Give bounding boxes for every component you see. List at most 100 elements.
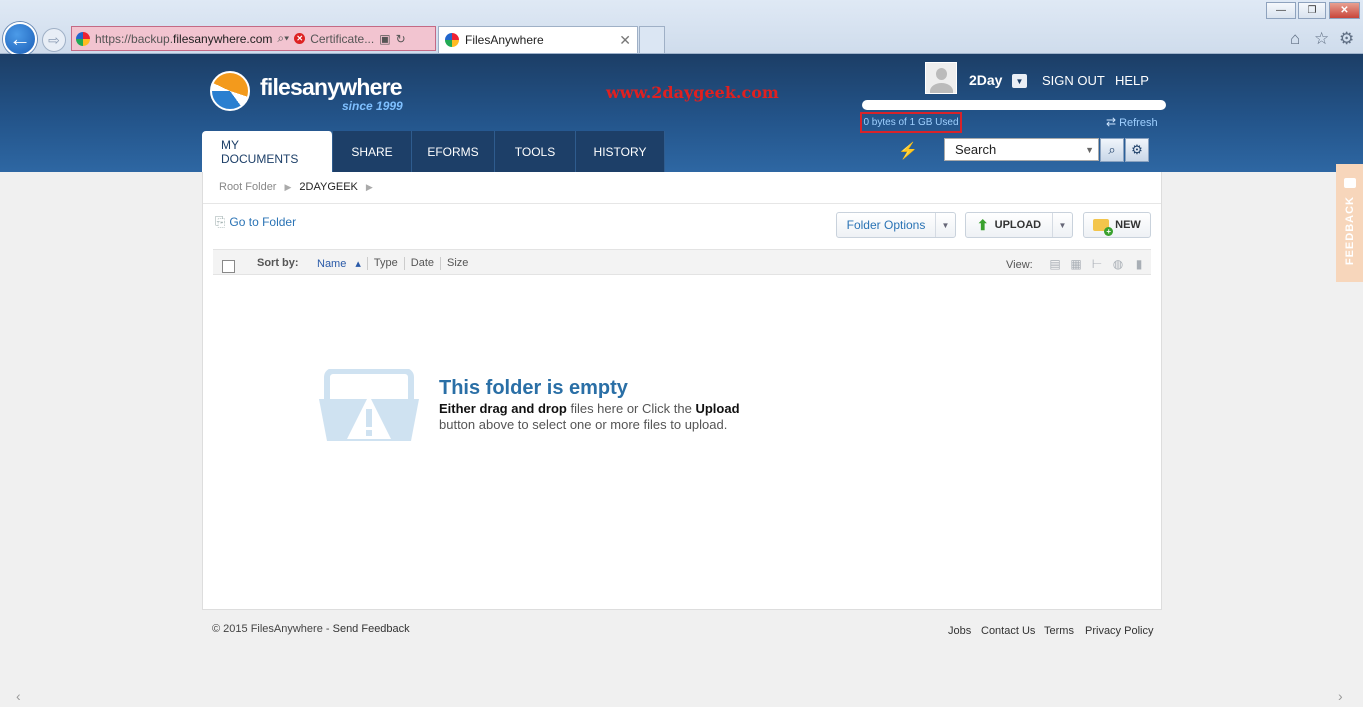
back-arrow-icon: ← (9, 26, 31, 51)
storage-quota-bar (862, 100, 1166, 110)
tab-title: FilesAnywhere (465, 33, 544, 47)
refresh-link[interactable]: ⇄ Refresh (1106, 115, 1158, 129)
new-button[interactable]: NEW (1083, 212, 1151, 238)
toolbar-divider (203, 203, 1161, 204)
sign-out-link[interactable]: SIGN OUT (1042, 73, 1105, 88)
reload-icon[interactable]: ↻ (396, 32, 406, 46)
feedback-label: FEEDBACK (1343, 196, 1356, 266)
browser-tab[interactable]: FilesAnywhere ✕ (438, 26, 638, 53)
search-settings-button[interactable]: ⚙ (1125, 138, 1149, 162)
list-view-icon[interactable]: ▤ (1048, 257, 1062, 271)
breadcrumb-chevron-right-icon[interactable]: ▶ (366, 182, 373, 193)
search-icon: ⌕ (1108, 142, 1116, 157)
sort-size[interactable]: Size (441, 257, 474, 270)
avatar[interactable] (925, 62, 957, 94)
main-nav: MY DOCUMENTS SHARE EFORMS TOOLS HISTORY (202, 131, 665, 172)
upload-chevron-down-icon[interactable]: ▼ (1052, 213, 1072, 237)
thumbnail-view-icon[interactable]: ▦ (1069, 257, 1083, 271)
breadcrumb: Root Folder ▶ 2DAYGEEK ▶ (219, 181, 373, 193)
search-button[interactable]: ⌕ (1100, 138, 1124, 162)
sort-date[interactable]: Date (405, 257, 442, 270)
compat-view-icon[interactable]: ▣ (379, 32, 390, 46)
new-label: NEW (1115, 219, 1141, 231)
feedback-tab[interactable]: FEEDBACK (1336, 164, 1363, 282)
quick-action-bolt-icon[interactable]: ⚡ (898, 141, 918, 161)
site-favicon-icon (76, 31, 90, 46)
empty-folder-instructions-2: button above to select one or more files… (439, 417, 728, 432)
tab-close-icon[interactable]: ✕ (619, 32, 631, 49)
forward-button[interactable]: ⇨ (42, 28, 66, 52)
chart-view-icon[interactable]: ▮ (1132, 257, 1146, 271)
tree-view-icon[interactable]: ⊢ (1090, 257, 1104, 271)
filesanywhere-logo-icon[interactable] (210, 71, 250, 111)
tab-history[interactable]: HISTORY (576, 131, 665, 172)
breadcrumb-chevron-right-icon: ▶ (284, 181, 292, 192)
globe-view-icon[interactable]: ◍ (1111, 257, 1125, 271)
footer-link-privacy[interactable]: Privacy Policy (1085, 625, 1153, 637)
back-button[interactable]: ← (3, 22, 37, 56)
speech-bubble-icon (1343, 178, 1356, 188)
folder-tree-icon: ⎘ (215, 214, 226, 229)
refresh-icon: ⇄ (1106, 115, 1117, 129)
storage-quota-text: 0 bytes of 1 GB Used (860, 112, 962, 133)
footer-link-contact[interactable]: Contact Us (981, 625, 1035, 637)
user-menu-chevron-down-icon[interactable]: ▼ (1012, 74, 1027, 88)
username[interactable]: 2Day (969, 72, 1002, 88)
horizontal-scrollbar[interactable]: ‹ › (0, 688, 1363, 707)
forward-arrow-icon: ⇨ (48, 31, 60, 48)
folder-options-button[interactable]: Folder Options ▼ (836, 212, 956, 238)
documents-panel: Root Folder ▶ 2DAYGEEK ▶ ⎘ Go to Folder … (202, 172, 1162, 610)
select-all-checkbox[interactable] (222, 260, 235, 273)
tab-favicon-icon (445, 33, 459, 47)
breadcrumb-root[interactable]: Root Folder (219, 181, 276, 193)
certificate-error-icon[interactable]: ✕ (294, 33, 306, 44)
footer-copyright: © 2015 FilesAnywhere - Send Feedback (212, 623, 410, 635)
folder-options-chevron-down-icon[interactable]: ▼ (935, 213, 955, 237)
logo-text[interactable]: filesanywhere (260, 74, 403, 101)
send-feedback-link[interactable]: Send Feedback (333, 623, 410, 635)
close-window-button[interactable]: ✕ (1329, 2, 1360, 19)
search-placeholder: Search (955, 142, 997, 157)
close-icon: ✕ (1340, 5, 1349, 16)
home-icon[interactable]: ⌂ (1290, 29, 1300, 49)
breadcrumb-current[interactable]: 2DAYGEEK (299, 181, 358, 193)
search-input[interactable]: Search ▼ (944, 138, 1099, 161)
go-to-folder-label: Go to Folder (229, 215, 297, 229)
upload-label: UPLOAD (994, 219, 1042, 231)
search-chevron-down-icon[interactable]: ▼ (1085, 145, 1094, 155)
tools-gear-icon[interactable]: ⚙ (1339, 29, 1354, 49)
footer-link-terms[interactable]: Terms (1044, 625, 1074, 637)
url-host: filesanywhere.com (173, 31, 273, 46)
scroll-left-icon[interactable]: ‹ (16, 688, 21, 704)
empty-folder-instructions: Either drag and drop files here or Click… (439, 401, 740, 416)
gear-icon: ⚙ (1131, 142, 1143, 157)
scroll-right-icon[interactable]: › (1338, 688, 1343, 704)
browser-chrome: ← ⇨ https://backup.filesanywhere.com ⌕▾ … (0, 0, 1363, 56)
url-text: https://backup.filesanywhere.com (95, 32, 272, 46)
tab-share[interactable]: SHARE (333, 131, 412, 172)
tab-tools[interactable]: TOOLS (495, 131, 576, 172)
watermark-text: www.2daygeek.com (606, 83, 779, 102)
certificate-error-label[interactable]: Certificate... (310, 32, 374, 46)
minimize-button[interactable]: — (1266, 2, 1296, 19)
footer-link-jobs[interactable]: Jobs (948, 625, 971, 637)
empty-folder-warning-icon (319, 369, 419, 441)
view-label: View: (1006, 259, 1033, 271)
go-to-folder-link[interactable]: ⎘ Go to Folder (215, 214, 296, 230)
tab-my-documents[interactable]: MY DOCUMENTS (202, 131, 333, 172)
address-bar[interactable]: https://backup.filesanywhere.com ⌕▾ ✕ Ce… (71, 26, 436, 51)
new-tab-button[interactable] (639, 26, 665, 53)
logo-tagline: since 1999 (342, 99, 403, 113)
sort-bar: Sort by: Name ▴ Type Date Size View: ▤ ▦… (213, 249, 1151, 275)
folder-options-label: Folder Options (846, 218, 926, 232)
address-search-icon[interactable]: ⌕▾ (277, 31, 289, 46)
sort-type[interactable]: Type (368, 257, 405, 270)
upload-button[interactable]: ⬆ UPLOAD ▼ (965, 212, 1073, 238)
tab-eforms[interactable]: EFORMS (412, 131, 495, 172)
new-folder-icon (1093, 219, 1114, 236)
maximize-button[interactable]: ❐ (1298, 2, 1326, 19)
help-link[interactable]: HELP (1115, 73, 1149, 88)
maximize-icon: ❐ (1307, 5, 1317, 16)
favorites-star-icon[interactable]: ☆ (1314, 29, 1329, 49)
sort-name[interactable]: Name ▴ (305, 257, 368, 270)
